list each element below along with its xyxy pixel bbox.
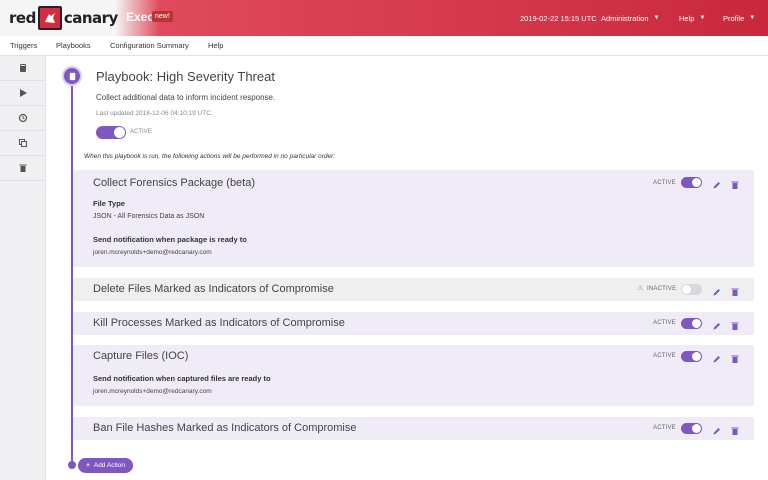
plus-icon: +: [86, 462, 90, 469]
field-value: JSON - All Forensics Data as JSON: [93, 213, 205, 220]
action-card-delete-files: Delete Files Marked as Indicators of Com…: [73, 278, 754, 301]
logo-text-left: red: [9, 9, 36, 27]
action-status: ACTIVE: [653, 180, 676, 186]
sub-navigation: Triggers Playbooks Configuration Summary…: [0, 36, 768, 56]
top-bar: red canary Exec new! 2019-02-22 15:15 UT…: [0, 0, 768, 36]
playbook-status: ACTIVE: [130, 129, 152, 135]
warning-icon: ⚠: [637, 285, 644, 292]
action-card-kill-processes: Kill Processes Marked as Indicators of C…: [73, 312, 754, 335]
trash-icon[interactable]: [730, 318, 740, 336]
action-card-collect-forensics: Collect Forensics Package (beta) ACTIVE …: [73, 170, 754, 267]
trash-icon[interactable]: [730, 351, 740, 369]
copy-icon[interactable]: [0, 131, 46, 156]
subnav-triggers[interactable]: Triggers: [10, 41, 37, 50]
action-card-capture-files: Capture Files (IOC) ACTIVE Send notifica…: [73, 345, 754, 406]
header-datetime: 2019-02-22 15:15 UTC: [520, 13, 597, 23]
trash-icon[interactable]: [730, 177, 740, 195]
chevron-down-icon: ▼: [653, 15, 660, 21]
profile-menu[interactable]: Profile ▼: [723, 0, 755, 36]
subnav-configuration-summary[interactable]: Configuration Summary: [110, 41, 189, 50]
timeline-end-dot: [68, 461, 76, 469]
subnav-help[interactable]: Help: [208, 41, 223, 50]
history-icon[interactable]: [0, 106, 46, 131]
subnav-playbooks[interactable]: Playbooks: [56, 41, 91, 50]
play-icon[interactable]: [0, 81, 46, 106]
playbook-description: Collect additional data to inform incide…: [96, 93, 276, 102]
pencil-icon[interactable]: [712, 177, 722, 195]
book-icon[interactable]: [0, 56, 46, 81]
cardinal-icon: [37, 6, 62, 30]
playbook-title: Playbook: High Severity Threat: [96, 69, 275, 84]
chevron-down-icon: ▼: [699, 15, 706, 21]
action-toggle[interactable]: [681, 423, 702, 434]
action-card-ban-file-hashes: Ban File Hashes Marked as Indicators of …: [73, 417, 754, 440]
action-title: Ban File Hashes Marked as Indicators of …: [93, 422, 357, 434]
field-value: joren.mcreynolds+demo@redcanary.com: [93, 249, 212, 256]
playbook-active-toggle[interactable]: [96, 126, 126, 139]
field-value: joren.mcreynolds+demo@redcanary.com: [93, 388, 212, 395]
timeline-line: [71, 76, 73, 464]
playbook-book-icon: [62, 66, 82, 86]
action-toggle[interactable]: [681, 318, 702, 329]
action-status: INACTIVE: [647, 286, 677, 292]
pencil-icon[interactable]: [712, 284, 722, 302]
action-title: Collect Forensics Package (beta): [93, 177, 256, 189]
trash-icon[interactable]: [730, 284, 740, 302]
pencil-icon[interactable]: [712, 423, 722, 441]
action-title: Delete Files Marked as Indicators of Com…: [93, 283, 334, 295]
action-title: Kill Processes Marked as Indicators of C…: [93, 317, 345, 329]
playbook-last-updated: Last updated 2018-12-06 04:10:19 UTC.: [96, 110, 213, 117]
profile-menu-label: Profile: [723, 13, 745, 23]
action-status: ACTIVE: [653, 425, 676, 431]
logo-text-right: canary: [63, 9, 119, 27]
product-name: Exec: [126, 10, 155, 24]
field-label: Send notification when captured files ar…: [93, 374, 271, 383]
trash-icon[interactable]: [0, 156, 46, 181]
logo[interactable]: red canary: [9, 6, 118, 30]
playbook-instructions: When this playbook is run, the following…: [84, 153, 336, 160]
action-rail: [0, 56, 46, 480]
action-status: ACTIVE: [653, 320, 676, 326]
add-action-label: Add Action: [93, 462, 125, 469]
action-toggle[interactable]: [681, 351, 702, 362]
administration-menu[interactable]: Administration ▼: [601, 0, 659, 36]
help-menu[interactable]: Help ▼: [679, 0, 705, 36]
action-toggle[interactable]: [681, 284, 702, 295]
administration-menu-label: Administration: [601, 13, 649, 23]
add-action-button[interactable]: + Add Action: [78, 458, 133, 473]
action-toggle[interactable]: [681, 177, 702, 188]
trash-icon[interactable]: [730, 423, 740, 441]
pencil-icon[interactable]: [712, 351, 722, 369]
chevron-down-icon: ▼: [749, 15, 756, 21]
action-status: ACTIVE: [653, 353, 676, 359]
action-title: Capture Files (IOC): [93, 350, 189, 362]
help-menu-label: Help: [679, 13, 695, 23]
field-label: File Type: [93, 199, 125, 208]
new-badge: new!: [152, 11, 173, 22]
pencil-icon[interactable]: [712, 318, 722, 336]
field-label: Send notification when package is ready …: [93, 235, 247, 244]
